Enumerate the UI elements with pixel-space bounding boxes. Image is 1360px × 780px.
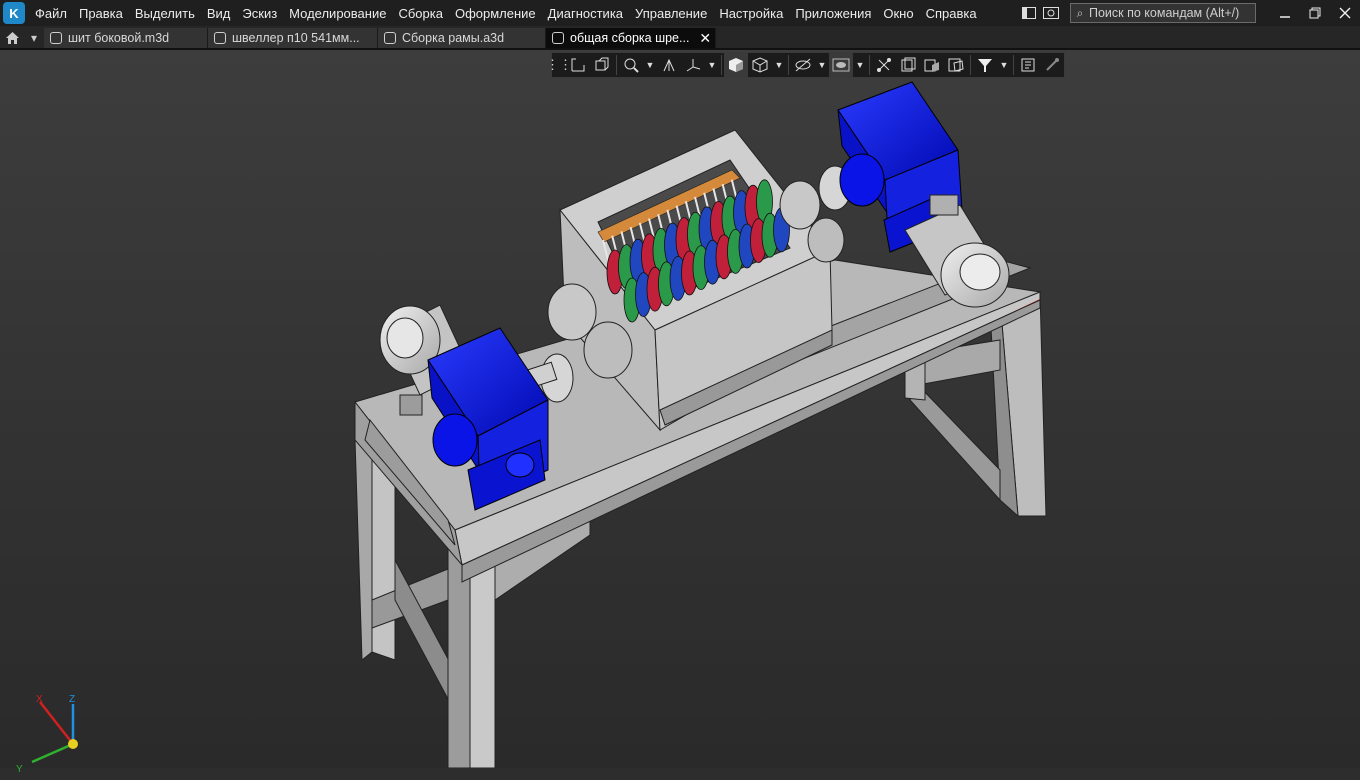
part-file-icon — [50, 32, 62, 44]
shaded-cube-icon[interactable] — [724, 53, 748, 77]
axis-z-label: Z — [69, 694, 75, 705]
sketch-plane-icon[interactable] — [566, 53, 590, 77]
tab-shield-side[interactable]: шит боковой.m3d — [44, 28, 208, 48]
filter-dropdown-icon[interactable]: ▼ — [997, 53, 1011, 77]
menu-settings[interactable]: Настройка — [713, 6, 789, 21]
menu-help[interactable]: Справка — [920, 6, 983, 21]
menu-edit[interactable]: Правка — [73, 6, 129, 21]
command-search[interactable]: ⌕ — [1070, 3, 1256, 23]
layers-icon[interactable] — [896, 53, 920, 77]
wireframe-cube-icon[interactable] — [748, 53, 772, 77]
menu-apps[interactable]: Приложения — [789, 6, 877, 21]
part-file-icon — [214, 32, 226, 44]
toolbar-separator — [788, 55, 789, 75]
zoom-dropdown-icon[interactable]: ▼ — [643, 53, 657, 77]
tabs-dropdown-icon[interactable]: ▾ — [24, 28, 44, 48]
assembly-file-icon — [384, 32, 396, 44]
grip-icon[interactable]: ⋮⋮ — [546, 53, 572, 77]
axes-dropdown-icon[interactable]: ▼ — [705, 53, 719, 77]
menu-management[interactable]: Управление — [629, 6, 713, 21]
model-viewport[interactable]: X Z Y — [0, 50, 1360, 775]
display-style-dropdown-icon[interactable]: ▼ — [772, 53, 786, 77]
panel-toggle-icon[interactable] — [1018, 2, 1040, 24]
zoom-icon[interactable] — [619, 53, 643, 77]
rotate-icon[interactable] — [657, 53, 681, 77]
view-toolbar: ⋮⋮ ▼ ▼ ▼ ▼ ▼ ▼ — [546, 52, 1065, 78]
tab-label: общая сборка шре... — [570, 31, 690, 45]
screen-capture-icon[interactable] — [1040, 2, 1062, 24]
toolbar-separator — [1013, 55, 1014, 75]
show-dropdown-icon[interactable]: ▼ — [853, 53, 867, 77]
shredder-assembly-model[interactable] — [0, 50, 1360, 768]
home-icon[interactable] — [0, 28, 24, 48]
axes-icon[interactable] — [681, 53, 705, 77]
axis-triad: X Z Y — [16, 694, 78, 775]
tab-general-assembly[interactable]: общая сборка шре... ✕ — [546, 28, 716, 48]
menu-right-group: ⌕ — [1018, 0, 1360, 26]
tab-frame-assembly[interactable]: Сборка рамы.a3d — [378, 28, 546, 48]
axis-x-label: X — [36, 694, 43, 705]
assembly-icon[interactable] — [944, 53, 968, 77]
parts-icon[interactable] — [920, 53, 944, 77]
menu-window[interactable]: Окно — [877, 6, 919, 21]
menu-view[interactable]: Вид — [201, 6, 237, 21]
toolbar-separator — [721, 55, 722, 75]
app-logo-icon[interactable]: K — [3, 2, 25, 24]
view-orient-icon[interactable] — [590, 53, 614, 77]
show-icon[interactable] — [829, 53, 853, 77]
restore-icon[interactable] — [1300, 0, 1330, 26]
command-search-input[interactable] — [1089, 6, 1249, 20]
tab-label: шит боковой.m3d — [68, 31, 170, 45]
tab-label: Сборка рамы.a3d — [402, 31, 505, 45]
toolbar-separator — [616, 55, 617, 75]
menu-modeling[interactable]: Моделирование — [283, 6, 392, 21]
menu-select[interactable]: Выделить — [129, 6, 201, 21]
close-window-icon[interactable] — [1330, 0, 1360, 26]
toolbar-separator — [970, 55, 971, 75]
menu-design[interactable]: Оформление — [449, 6, 542, 21]
tab-close-icon[interactable]: ✕ — [699, 30, 711, 47]
hide-dropdown-icon[interactable]: ▼ — [815, 53, 829, 77]
hide-icon[interactable] — [791, 53, 815, 77]
toolbar-separator — [869, 55, 870, 75]
document-tab-bar: ▾ шит боковой.m3d швеллер п10 541мм... С… — [0, 26, 1360, 50]
menu-diagnostics[interactable]: Диагностика — [542, 6, 629, 21]
menu-sketch[interactable]: Эскиз — [236, 6, 283, 21]
minimize-icon[interactable] — [1270, 0, 1300, 26]
search-icon: ⌕ — [1076, 5, 1084, 20]
menu-assembly[interactable]: Сборка — [392, 6, 449, 21]
tab-label: швеллер п10 541мм... — [232, 31, 360, 45]
assembly-file-icon — [552, 32, 564, 44]
eyedropper-icon[interactable] — [1040, 53, 1064, 77]
menu-bar: K Файл Правка Выделить Вид Эскиз Моделир… — [0, 0, 1360, 26]
section-icon[interactable] — [872, 53, 896, 77]
tab-channel[interactable]: швеллер п10 541мм... — [208, 28, 378, 48]
menu-file[interactable]: Файл — [29, 6, 73, 21]
properties-icon[interactable] — [1016, 53, 1040, 77]
axis-y-label: Y — [16, 764, 23, 775]
filter-icon[interactable] — [973, 53, 997, 77]
